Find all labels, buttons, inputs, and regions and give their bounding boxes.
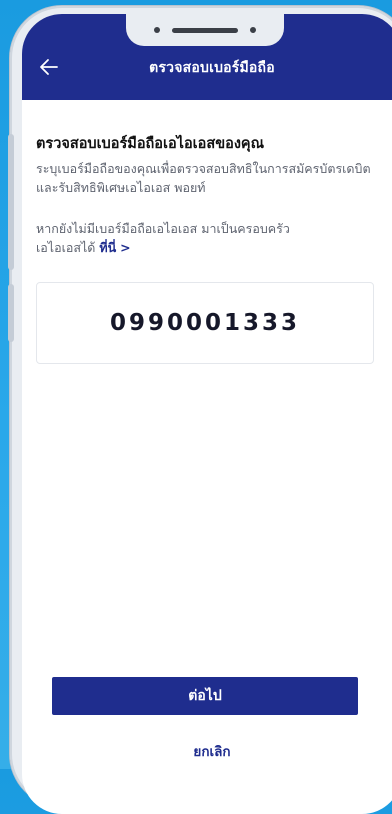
content-section: ตรวจสอบเบอร์มือถือเอไอเอสของคุณ ระบุเบอร…	[36, 132, 376, 257]
phone-notch	[126, 14, 284, 46]
section-heading: ตรวจสอบเบอร์มือถือเอไอเอสของคุณ	[36, 136, 265, 152]
description-line: และรับสิทธิพิเศษเอไอเอส พอยท์	[36, 180, 206, 195]
side-button	[8, 134, 14, 270]
side-button	[8, 284, 14, 342]
page-title: ตรวจสอบเบอร์มือถือ	[149, 60, 275, 76]
description: ระบุเบอร์มือถือของคุณเพื่อตรวจสอบสิทธิใน…	[36, 159, 376, 197]
camera-dot	[154, 27, 160, 33]
helper-line: เอไอเอสได้	[36, 240, 100, 255]
phone-number-field[interactable]: 0990001333	[36, 282, 374, 364]
helper-text: หากยังไม่มีเบอร์มือถือเอไอเอส มาเป็นครอบ…	[36, 219, 376, 257]
here-link[interactable]: ที่นี่	[99, 240, 116, 255]
chevron-right-icon[interactable]: >	[120, 240, 130, 255]
helper-line: หากยังไม่มีเบอร์มือถือเอไอเอส มาเป็นครอบ…	[36, 221, 290, 236]
phone-number-value: 0990001333	[109, 310, 301, 336]
sensor-dot	[250, 27, 256, 33]
phone-screen: ตรวจสอบเบอร์มือถือ ตรวจสอบเบอร์มือถือเอไ…	[22, 14, 392, 814]
speaker-grille	[172, 27, 238, 33]
next-button[interactable]: ต่อไป	[52, 677, 358, 715]
cancel-button[interactable]: ยกเลิก	[22, 740, 392, 762]
description-line: ระบุเบอร์มือถือของคุณเพื่อตรวจสอบสิทธิใน…	[36, 161, 371, 176]
